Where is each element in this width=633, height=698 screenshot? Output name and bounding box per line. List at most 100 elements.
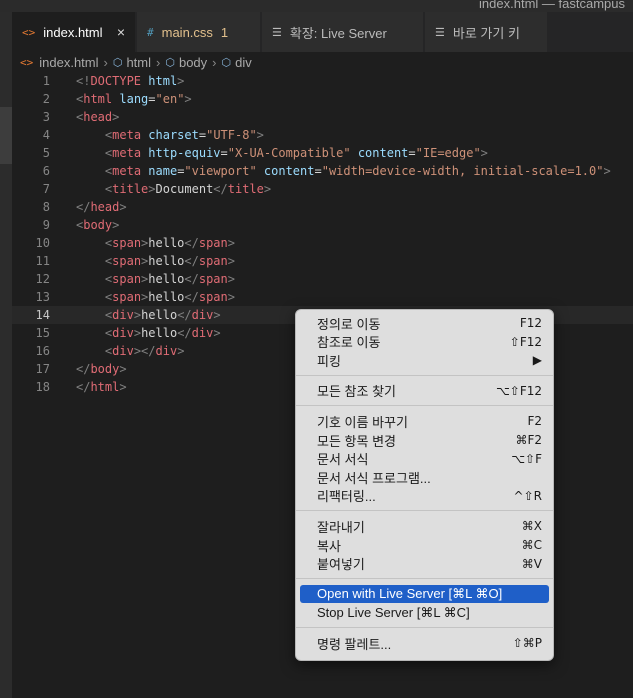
menu-item[interactable]: 모든 항목 변경 ⌘F2 xyxy=(300,431,549,449)
code-token: span xyxy=(112,290,142,304)
code-text: <head> xyxy=(76,110,119,124)
close-icon[interactable]: × xyxy=(117,24,125,40)
line-number: 12 xyxy=(35,272,50,286)
code-line[interactable]: 3 <head> xyxy=(12,108,633,126)
menu-item-label: Stop Live Server [⌘L ⌘C] xyxy=(317,604,470,620)
title-bar: index.html — fastcampus xyxy=(0,0,633,12)
menu-separator xyxy=(296,374,553,376)
menu-item[interactable]: 명령 팔레트... ⇧⌘P xyxy=(300,634,549,652)
menu-item-label: 복사 xyxy=(317,538,341,554)
code-token: > xyxy=(184,92,192,106)
preview-icon: ☰ xyxy=(435,25,445,39)
code-token: "IE=edge" xyxy=(415,146,481,160)
line-number: 14 xyxy=(35,308,50,322)
code-token: </ xyxy=(76,200,91,214)
code-line[interactable]: 9 <body> xyxy=(12,216,633,234)
tab-live-server-extension[interactable]: ☰ 확장: Live Server xyxy=(262,12,424,52)
code-line[interactable]: 1 <!DOCTYPE html> xyxy=(12,72,633,90)
code-token: > xyxy=(227,236,235,250)
breadcrumb-item-div[interactable]: div xyxy=(235,55,252,70)
problem-count-badge: 1 xyxy=(220,24,229,40)
menu-item[interactable]: 붙여넣기 ⌘V xyxy=(300,555,549,573)
code-token: </ xyxy=(184,272,199,286)
tab-index-html[interactable]: <> index.html × xyxy=(12,12,136,52)
code-token: hello xyxy=(148,254,185,268)
code-token: meta xyxy=(112,146,142,160)
code-token: > xyxy=(112,218,120,232)
menu-item-shortcut: F2 xyxy=(527,414,542,429)
code-line[interactable]: 2 <html lang="en"> xyxy=(12,90,633,108)
code-token: = xyxy=(148,92,156,106)
line-number: 9 xyxy=(42,218,50,232)
code-line[interactable]: 12 <span>hello</span> xyxy=(12,270,633,288)
menu-item[interactable]: 모든 참조 찾기 ⌥⇧F12 xyxy=(300,382,549,400)
code-token: hello xyxy=(148,290,185,304)
line-number: 7 xyxy=(42,182,50,196)
menu-item-label: 문서 서식 xyxy=(317,452,369,468)
code-text: <meta name="viewport" content="width=dev… xyxy=(76,164,611,178)
menu-item-shortcut: ⌘V xyxy=(521,556,542,571)
code-line[interactable]: 6 <meta name="viewport" content="width=d… xyxy=(12,162,633,180)
html-file-icon: <> xyxy=(22,25,36,39)
menu-item[interactable]: 복사 ⌘C xyxy=(300,536,549,554)
code-token: > xyxy=(263,182,272,196)
code-text: <span>hello</span> xyxy=(76,236,235,250)
breadcrumb-file[interactable]: index.html xyxy=(39,55,98,70)
tab-keyboard-shortcuts[interactable]: ☰ 바로 가기 키 xyxy=(425,12,548,52)
menu-item[interactable]: 참조로 이동 ⇧F12 xyxy=(300,333,549,351)
menu-item[interactable]: Stop Live Server [⌘L ⌘C] xyxy=(300,604,549,622)
code-token: span xyxy=(112,254,142,268)
menu-item[interactable]: 기호 이름 바꾸기 F2 xyxy=(300,412,549,430)
code-token: name xyxy=(148,164,178,178)
code-token: span xyxy=(198,254,228,268)
code-token: span xyxy=(198,272,228,286)
code-line[interactable]: 8 </head> xyxy=(12,198,633,216)
activity-bar xyxy=(0,12,12,698)
menu-item[interactable]: 문서 서식 프로그램... xyxy=(300,468,549,486)
menu-item-shortcut: ⌘X xyxy=(521,519,542,534)
code-line[interactable]: 5 <meta http-equiv="X-UA-Compatible" con… xyxy=(12,144,633,162)
code-token: > xyxy=(177,74,185,88)
menu-item-label: 문서 서식 프로그램... xyxy=(317,470,431,486)
code-token: "viewport" xyxy=(184,164,257,178)
chevron-right-icon: › xyxy=(103,54,108,70)
code-token: > xyxy=(177,344,185,358)
code-token: content xyxy=(263,164,315,178)
code-token: div xyxy=(112,344,134,358)
tab-main-css[interactable]: # main.css 1 xyxy=(137,12,261,52)
breadcrumb-item-html[interactable]: html xyxy=(126,55,151,70)
code-token: > xyxy=(227,254,235,268)
breadcrumb-item-body[interactable]: body xyxy=(179,55,207,70)
code-token: "X-UA-Compatible" xyxy=(227,146,351,160)
code-line[interactable]: 11 <span>hello</span> xyxy=(12,252,633,270)
menu-item-label: 피킹 xyxy=(317,353,341,369)
code-line[interactable]: 13 <span>hello</span> xyxy=(12,288,633,306)
code-token: </ xyxy=(177,326,192,340)
code-token: body xyxy=(90,362,120,376)
menu-item-shortcut: ⌘C xyxy=(521,538,542,552)
code-line[interactable]: 4 <meta charset="UTF-8"> xyxy=(12,126,633,144)
menu-item[interactable]: 정의로 이동 F12 xyxy=(300,314,549,332)
tab-label: main.css xyxy=(161,24,213,40)
code-token: > xyxy=(119,200,127,214)
code-text: <title>Document</title> xyxy=(76,182,271,196)
menu-item[interactable]: 리팩터링... ^⇧R xyxy=(300,487,549,505)
menu-item[interactable]: 문서 서식 ⌥⇧F xyxy=(300,450,549,468)
line-number: 11 xyxy=(35,254,50,268)
menu-item[interactable]: 잘라내기 ⌘X xyxy=(300,517,549,535)
code-text: <div>hello</div> xyxy=(76,308,221,322)
code-text: <div></div> xyxy=(76,344,185,358)
code-token: title xyxy=(227,182,264,196)
code-token: > xyxy=(119,380,127,394)
menu-item[interactable]: 피킹 ▶ xyxy=(300,351,549,369)
menu-item[interactable]: Open with Live Server [⌘L ⌘O] xyxy=(300,585,549,604)
code-token: span xyxy=(198,236,228,250)
code-line[interactable]: 7 <title>Document</title> xyxy=(12,180,633,198)
code-text: <body> xyxy=(76,218,119,232)
code-line[interactable]: 10 <span>hello</span> xyxy=(12,234,633,252)
menu-item-shortcut: ⇧⌘P xyxy=(512,636,542,651)
